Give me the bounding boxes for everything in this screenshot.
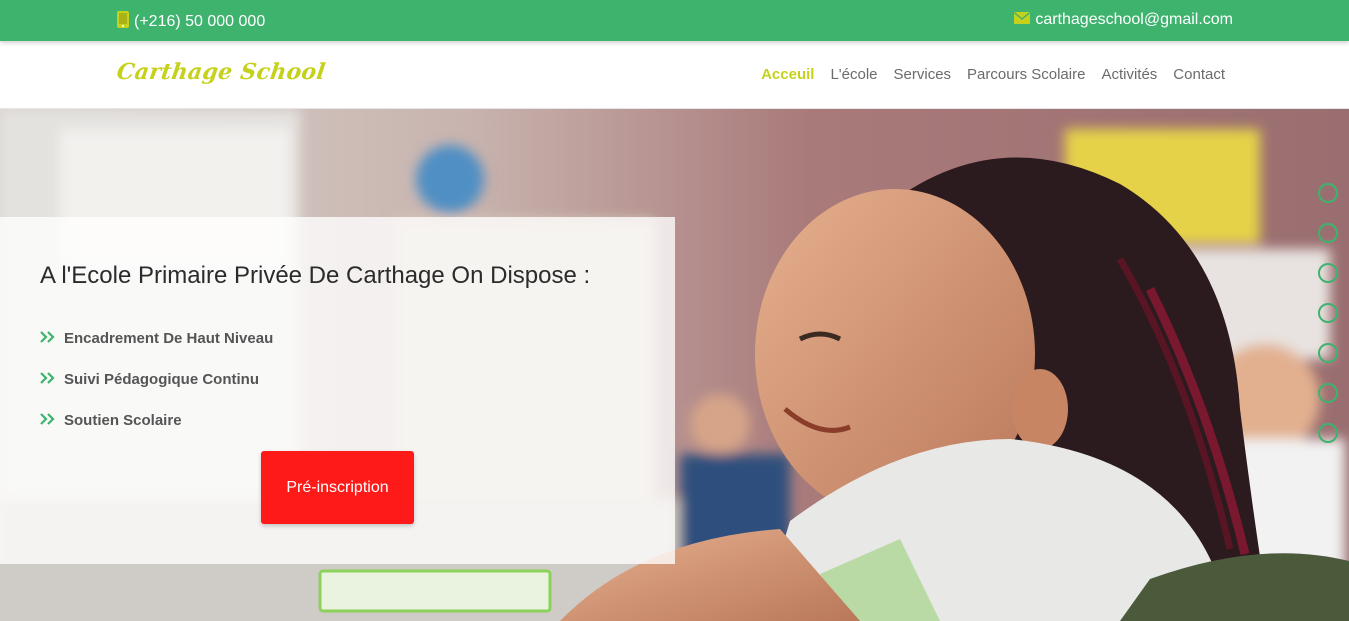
- envelope-icon: [1014, 11, 1031, 29]
- top-contact-bar: (+216) 50 000 000 carthageschool@gmail.c…: [0, 0, 1349, 41]
- phone-contact[interactable]: (+216) 50 000 000: [117, 11, 265, 33]
- main-nav: Acceuil L'école Services Parcours Scolai…: [761, 66, 1225, 83]
- hero-info-panel: A l'Ecole Primaire Privée De Carthage On…: [0, 217, 675, 564]
- double-chevron-right-icon: [40, 330, 55, 347]
- email-address: carthageschool@gmail.com: [1035, 11, 1233, 28]
- nav-item-parcours-scolaire[interactable]: Parcours Scolaire: [967, 66, 1085, 83]
- slider-dot[interactable]: [1318, 423, 1338, 443]
- hero-title: A l'Ecole Primaire Privée De Carthage On…: [40, 262, 591, 289]
- slider-dot[interactable]: [1318, 223, 1338, 243]
- pre-inscription-button[interactable]: Pré-inscription: [261, 451, 414, 524]
- double-chevron-right-icon: [40, 412, 55, 429]
- hero-slider: A l'Ecole Primaire Privée De Carthage On…: [0, 109, 1349, 621]
- feature-label: Suivi Pédagogique Continu: [64, 371, 259, 388]
- site-logo[interactable]: Carthage School: [115, 59, 327, 85]
- slider-dots: [1318, 183, 1338, 443]
- slider-dot[interactable]: [1318, 383, 1338, 403]
- feature-label: Encadrement De Haut Niveau: [64, 330, 274, 347]
- phone-icon: [117, 11, 129, 33]
- slider-dot[interactable]: [1318, 303, 1338, 323]
- feature-list: Encadrement De Haut Niveau Suivi Pédagog…: [40, 318, 273, 441]
- nav-item-services[interactable]: Services: [894, 66, 952, 83]
- feature-label: Soutien Scolaire: [64, 412, 182, 429]
- nav-item-activites[interactable]: Activités: [1101, 66, 1157, 83]
- list-item: Soutien Scolaire: [40, 400, 273, 441]
- slider-dot[interactable]: [1318, 263, 1338, 283]
- phone-number: (+216) 50 000 000: [134, 13, 266, 30]
- nav-item-acceuil[interactable]: Acceuil: [761, 66, 814, 83]
- double-chevron-right-icon: [40, 371, 55, 388]
- slider-dot[interactable]: [1318, 343, 1338, 363]
- nav-item-contact[interactable]: Contact: [1173, 66, 1225, 83]
- list-item: Encadrement De Haut Niveau: [40, 318, 273, 359]
- nav-item-ecole[interactable]: L'école: [830, 66, 877, 83]
- slider-dot[interactable]: [1318, 183, 1338, 203]
- email-contact[interactable]: carthageschool@gmail.com: [1014, 11, 1233, 29]
- list-item: Suivi Pédagogique Continu: [40, 359, 273, 400]
- main-header: Carthage School Acceuil L'école Services…: [0, 41, 1349, 109]
